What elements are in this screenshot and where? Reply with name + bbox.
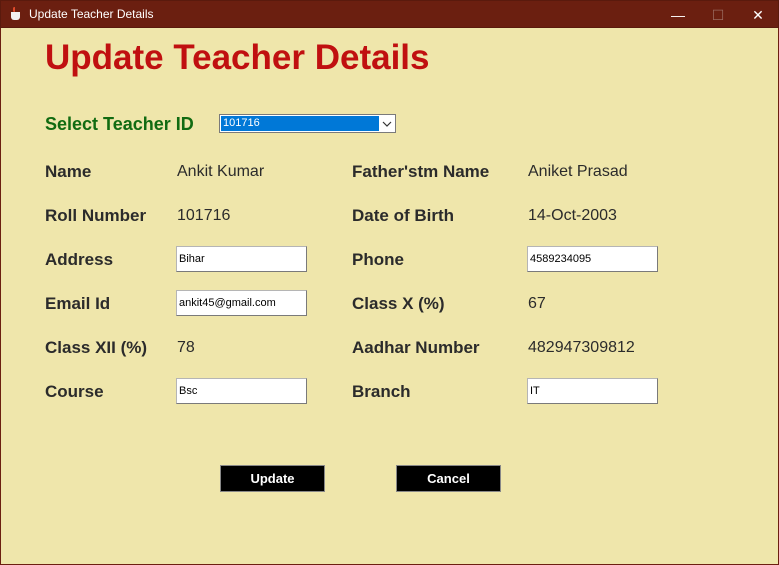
roll-number-label: Roll Number (45, 206, 147, 225)
name-label: Name (45, 162, 92, 181)
teacher-id-selected-value: 101716 (221, 116, 379, 131)
class-xii-label: Class XII (%) (45, 338, 148, 357)
minimize-icon[interactable]: — (658, 1, 698, 29)
class-x-label: Class X (%) (352, 294, 445, 313)
teacher-id-dropdown[interactable]: 101716 (219, 114, 396, 133)
branch-label: Branch (352, 382, 411, 401)
email-label: Email Id (45, 294, 111, 313)
chevron-down-icon[interactable] (378, 115, 395, 132)
course-label: Course (45, 382, 104, 401)
window-title: Update Teacher Details (29, 7, 154, 21)
name-value: Ankit Kumar (177, 163, 265, 180)
phone-input[interactable] (527, 246, 658, 272)
email-input[interactable] (176, 290, 307, 316)
cancel-button[interactable]: Cancel (396, 465, 501, 492)
java-cup-icon (9, 7, 23, 21)
aadhar-label: Aadhar Number (352, 338, 480, 357)
dob-label: Date of Birth (352, 206, 454, 225)
address-input[interactable] (176, 246, 307, 272)
class-xii-value: 78 (177, 339, 195, 356)
course-input[interactable] (176, 378, 307, 404)
father-name-value: Aniket Prasad (528, 163, 628, 180)
aadhar-value: 482947309812 (528, 339, 635, 356)
title-bar[interactable]: Update Teacher Details — ☐ ✕ (0, 0, 779, 28)
dob-value: 14-Oct-2003 (528, 207, 617, 224)
branch-input[interactable] (527, 378, 658, 404)
phone-label: Phone (352, 250, 404, 269)
select-teacher-id-label: Select Teacher ID (45, 114, 194, 134)
update-button[interactable]: Update (220, 465, 325, 492)
close-icon[interactable]: ✕ (738, 1, 778, 29)
address-label: Address (45, 250, 114, 269)
window-controls: — ☐ ✕ (658, 1, 778, 29)
father-name-label: Father'stm Name (352, 162, 490, 181)
roll-number-value: 101716 (177, 207, 231, 224)
page-title: Update Teacher Details (45, 38, 430, 77)
maximize-icon: ☐ (711, 6, 725, 23)
class-x-value: 67 (528, 295, 546, 312)
